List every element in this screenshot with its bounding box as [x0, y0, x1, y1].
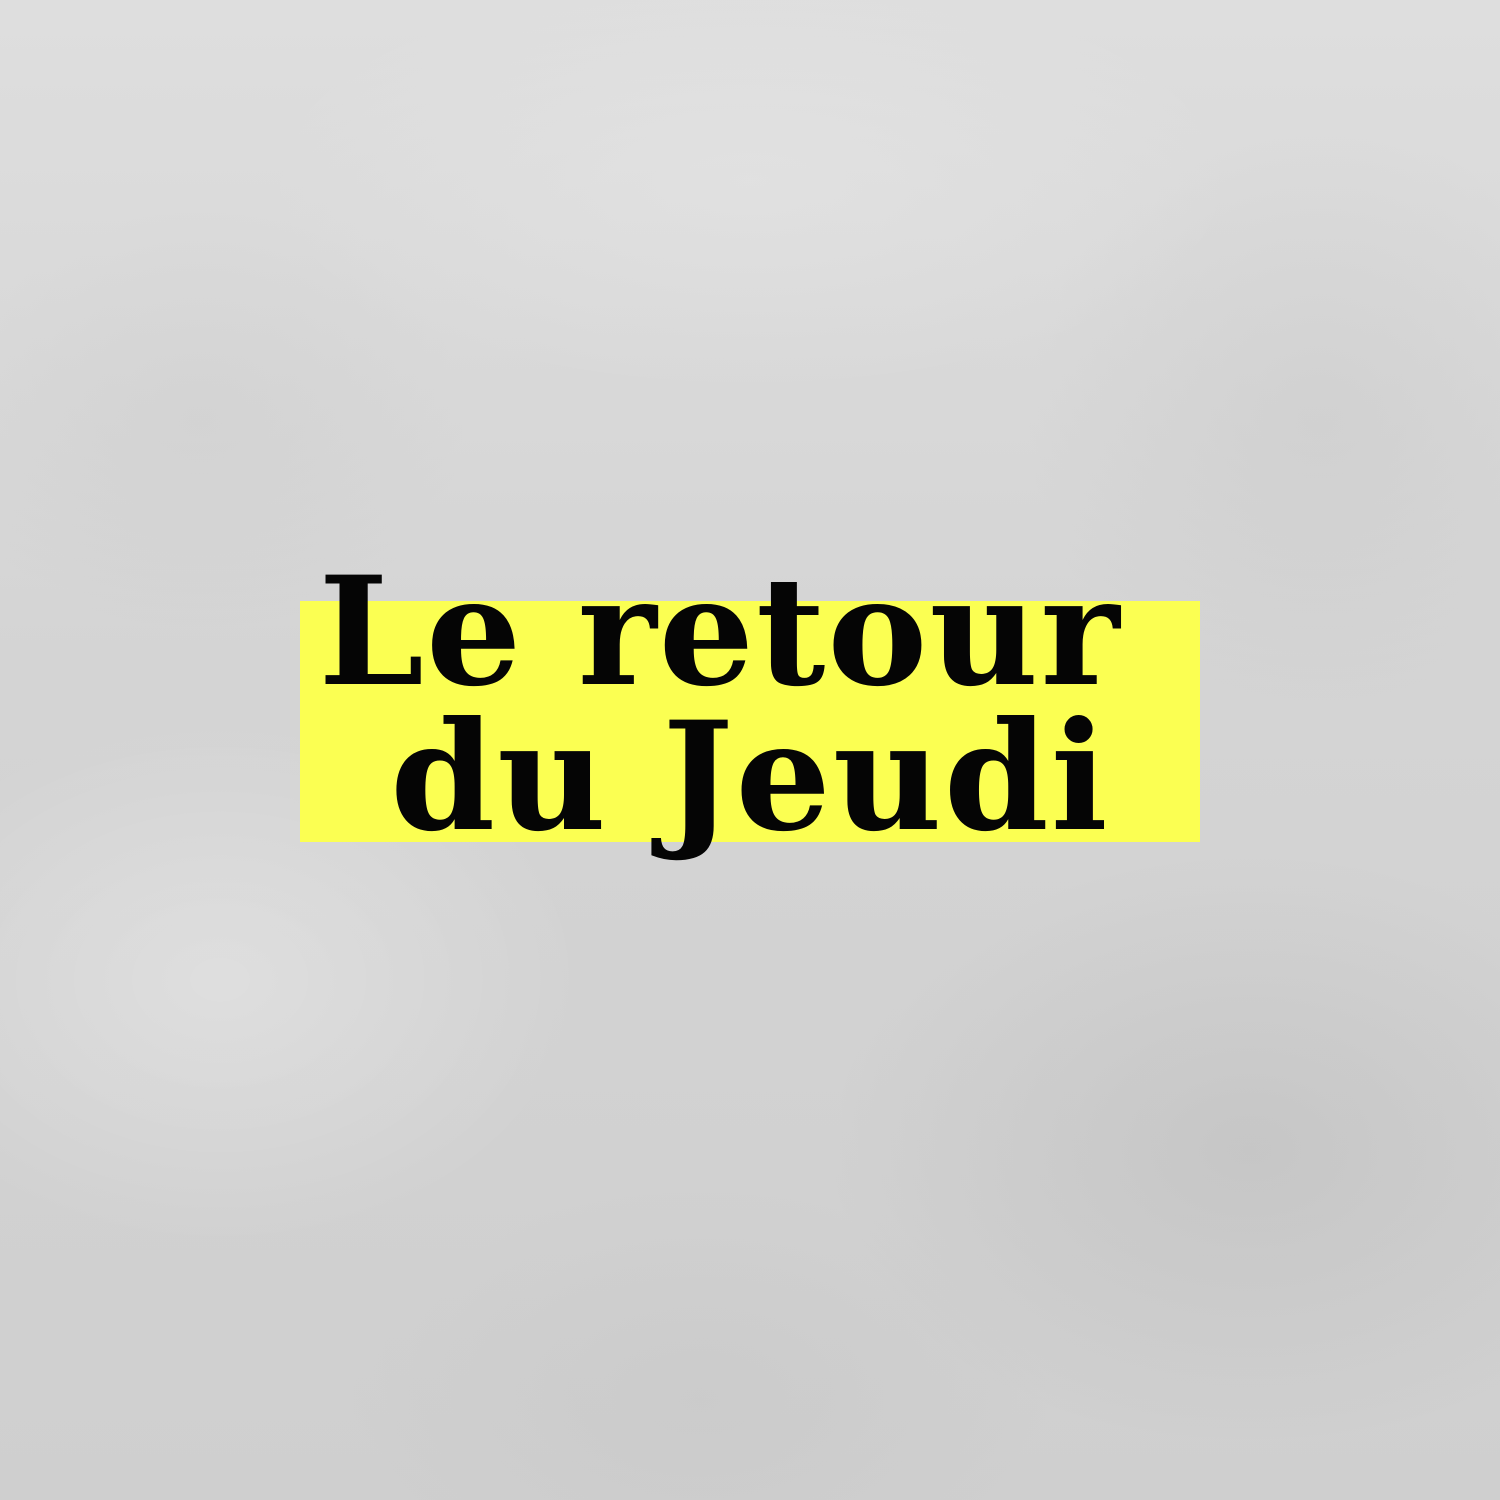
canvas: { "title": { "line1": "Le retour", "line… [0, 0, 1500, 1500]
headline: Le retour du Jeudi [300, 544, 1200, 865]
headline-line-1: Le retour [318, 544, 1122, 720]
headline-line-2: du Jeudi [390, 689, 1110, 865]
